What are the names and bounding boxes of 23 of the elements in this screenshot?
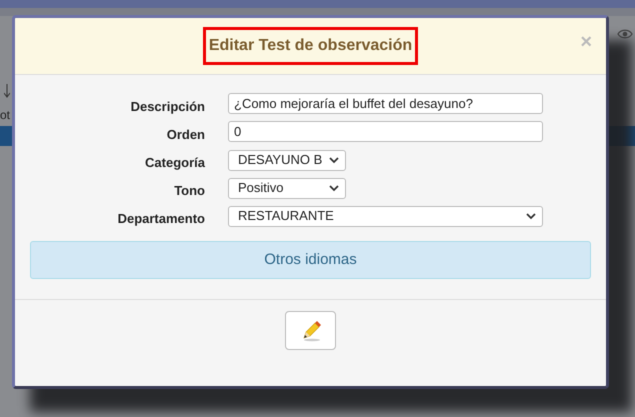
panel-title: Otros idiomas [264, 250, 357, 270]
text-field[interactable]: ¿Como mejoraría el buffet del desayuno? [228, 93, 543, 114]
select-field[interactable]: RESTAURANTE [228, 206, 543, 226]
select-value: DESAYUNO B [238, 151, 322, 170]
chevron-icon [329, 156, 339, 164]
select-field[interactable]: DESAYUNO B [228, 150, 346, 170]
field-label: Categoría [145, 154, 205, 172]
eye-icon [617, 28, 633, 40]
down-arrow-icon [4, 84, 10, 98]
dialog-title: Editar Test de observación [202, 27, 418, 65]
row-text: ot [0, 107, 10, 124]
select-value: Positivo [238, 179, 284, 198]
select-field[interactable]: Positivo [228, 178, 346, 198]
field-label: Orden [166, 126, 205, 144]
field-label: Tono [174, 182, 205, 200]
chevron-icon [526, 212, 536, 220]
text-field[interactable]: 0 [228, 121, 543, 142]
field-label: Descripción [130, 98, 205, 116]
field-label: Departamento [118, 210, 205, 228]
select-value: RESTAURANTE [238, 207, 334, 226]
languages-panel[interactable]: Otros idiomas [30, 241, 591, 279]
chevron-icon [329, 184, 339, 192]
edit-button[interactable] [285, 311, 336, 350]
